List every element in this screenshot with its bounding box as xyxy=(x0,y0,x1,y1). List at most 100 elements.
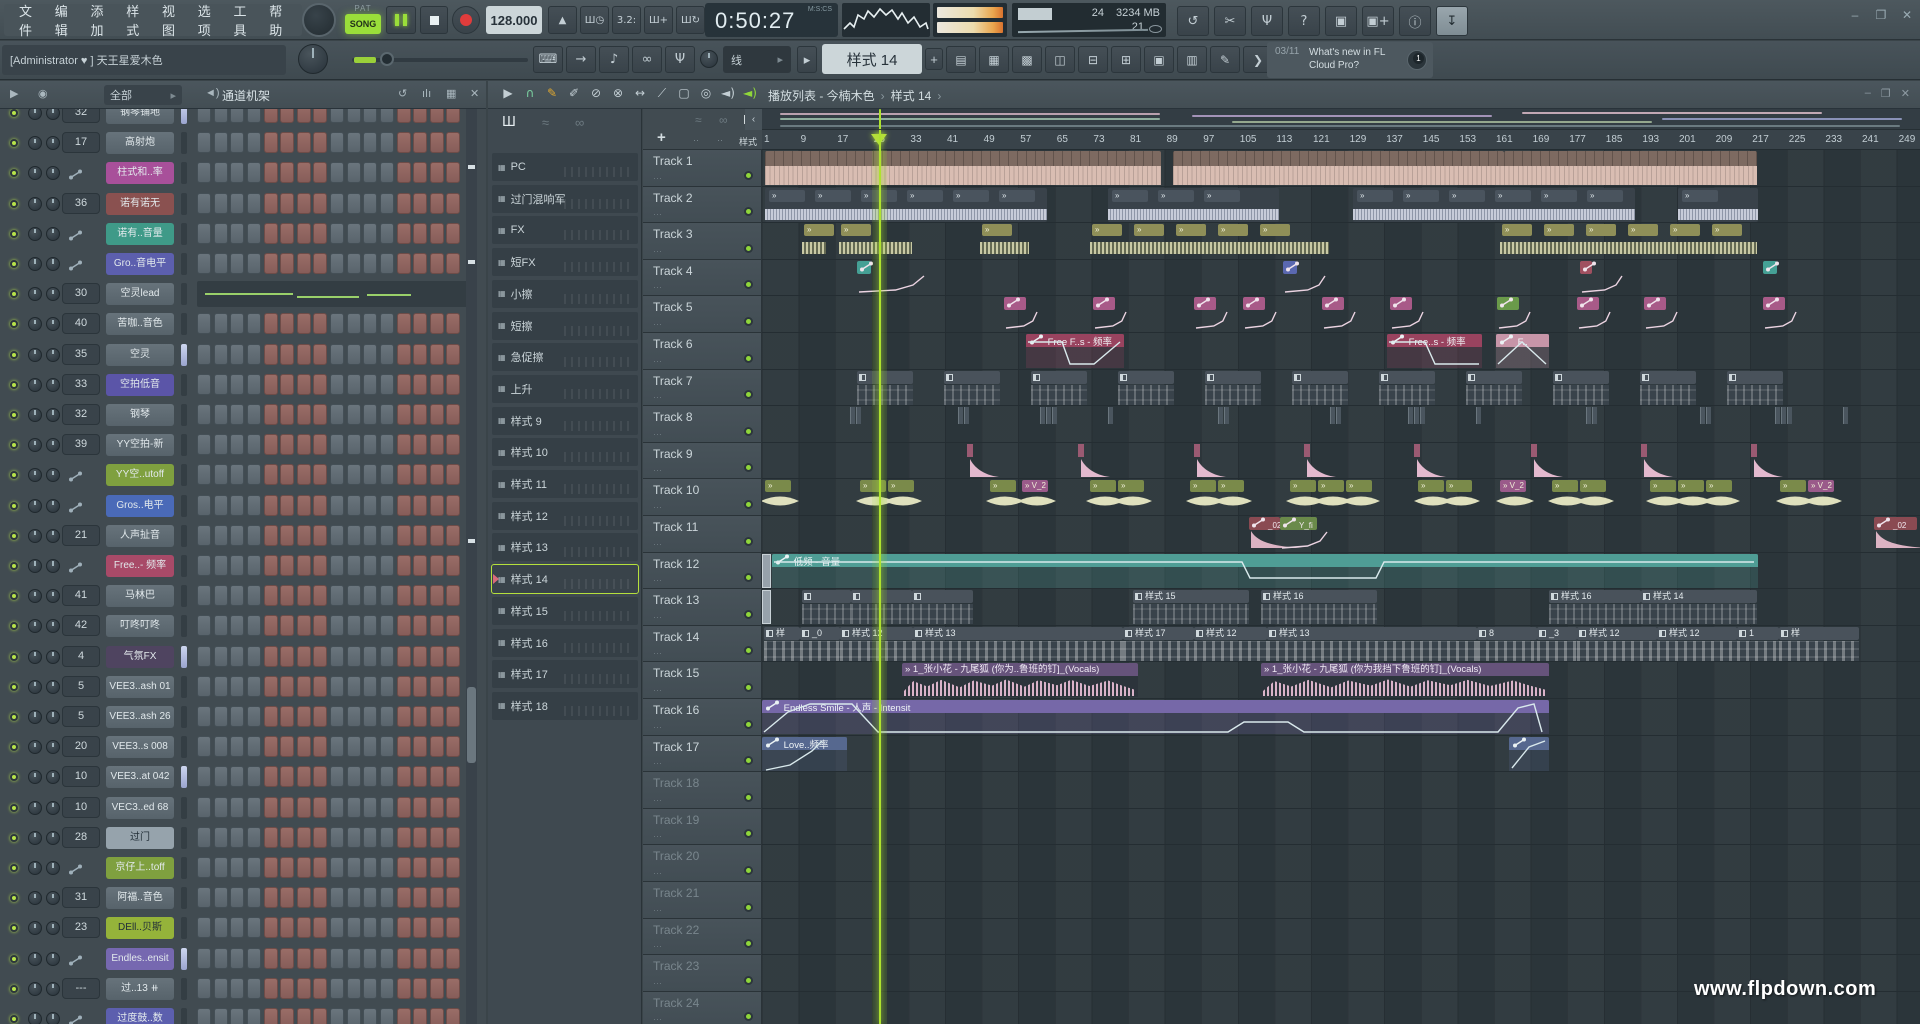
step-cell[interactable] xyxy=(397,313,411,334)
channel-volume-knob[interactable] xyxy=(46,589,60,603)
clip[interactable] xyxy=(1531,444,1567,478)
step-cell[interactable] xyxy=(230,464,244,485)
step-cell[interactable] xyxy=(230,615,244,636)
track-header-20[interactable]: Track 20··· xyxy=(643,845,762,882)
channel-name-button[interactable]: VEE3..ash 26 xyxy=(106,706,174,728)
step-cell[interactable] xyxy=(413,109,427,123)
channel-volume-knob[interactable] xyxy=(46,468,60,482)
clip[interactable]: Free F..s - 频率 xyxy=(1026,334,1124,368)
time-display[interactable]: 0:50:27 M:S:CS xyxy=(705,3,838,37)
step-cell[interactable] xyxy=(430,857,444,878)
step-cell[interactable] xyxy=(397,646,411,667)
track-enable-led[interactable] xyxy=(744,171,753,180)
channel-enable-led[interactable] xyxy=(10,200,18,208)
channel-volume-knob[interactable] xyxy=(46,136,60,150)
step-cell[interactable] xyxy=(446,162,460,183)
zoom-tool-icon[interactable]: ◎ xyxy=(696,86,716,104)
step-cell[interactable] xyxy=(330,132,344,153)
step-cell[interactable] xyxy=(214,495,228,516)
main-volume-knob[interactable] xyxy=(298,44,328,74)
channel-enable-led[interactable] xyxy=(10,260,18,268)
step-cell[interactable] xyxy=(197,676,211,697)
step-cell[interactable] xyxy=(347,344,361,365)
clip[interactable] xyxy=(802,590,851,624)
step-cell[interactable] xyxy=(397,132,411,153)
step-cell[interactable] xyxy=(330,797,344,818)
step-cell[interactable] xyxy=(413,706,427,727)
clip[interactable] xyxy=(857,261,927,295)
channel-volume-knob[interactable] xyxy=(46,257,60,271)
download-icon[interactable]: ↧ xyxy=(1436,6,1468,36)
channel-enable-led[interactable] xyxy=(10,985,18,993)
clip[interactable]: 样式 13 xyxy=(1267,627,1477,661)
channel-enable-led[interactable] xyxy=(10,471,18,479)
channel-enable-led[interactable] xyxy=(10,955,18,963)
step-cell[interactable] xyxy=(313,646,327,667)
channel-enable-led[interactable] xyxy=(10,532,18,540)
slider-track[interactable] xyxy=(352,58,528,62)
step-cell[interactable] xyxy=(380,1008,394,1024)
step-cell[interactable] xyxy=(363,615,377,636)
channel-pan-knob[interactable] xyxy=(28,378,42,392)
step-cell[interactable] xyxy=(280,585,294,606)
step-cell[interactable] xyxy=(380,615,394,636)
clip[interactable] xyxy=(1093,297,1129,331)
slip-tool-icon[interactable]: ↔ xyxy=(630,86,650,104)
step-cell[interactable] xyxy=(230,344,244,365)
step-cell[interactable] xyxy=(363,132,377,153)
menu-item-选项[interactable]: 选项 xyxy=(189,1,225,39)
step-cell[interactable] xyxy=(363,797,377,818)
step-cell[interactable] xyxy=(363,374,377,395)
step-cell[interactable] xyxy=(313,857,327,878)
step-cell[interactable] xyxy=(264,434,278,455)
step-cell[interactable] xyxy=(280,917,294,938)
step-cell[interactable] xyxy=(363,223,377,244)
pattern-selector[interactable]: 样式 14 xyxy=(822,44,922,74)
step-cell[interactable] xyxy=(280,404,294,425)
track-options[interactable]: ··· xyxy=(653,722,662,732)
clip[interactable]: »»»»»» xyxy=(1353,188,1635,222)
rack-speaker-icon[interactable]: ◄) xyxy=(205,87,220,99)
step-cell[interactable] xyxy=(197,917,211,938)
channel-volume-knob[interactable] xyxy=(46,227,60,241)
step-cell[interactable] xyxy=(430,109,444,123)
channel-name-button[interactable]: Free..- 频率 xyxy=(106,555,174,577)
step-cell[interactable] xyxy=(347,736,361,757)
channel-pan-knob[interactable] xyxy=(28,317,42,331)
channel-volume-knob[interactable] xyxy=(46,559,60,573)
track-header-5[interactable]: Track 5··· xyxy=(643,296,762,333)
step-cell[interactable] xyxy=(446,857,460,878)
step-cell[interactable] xyxy=(363,464,377,485)
clip[interactable] xyxy=(1194,444,1230,478)
channel-enable-led[interactable] xyxy=(10,230,18,238)
step-cell[interactable] xyxy=(280,464,294,485)
step-cell[interactable] xyxy=(330,706,344,727)
step-cell[interactable] xyxy=(330,1008,344,1024)
mute-tool-icon[interactable]: ⊗ xyxy=(608,86,628,104)
step-cell[interactable] xyxy=(430,948,444,969)
clip[interactable]: » xyxy=(1678,188,1758,222)
clip[interactable]: » V_2 xyxy=(1022,480,1066,514)
step-cell[interactable] xyxy=(280,374,294,395)
clip[interactable]: 样式 14 xyxy=(1641,590,1757,624)
track-header-11[interactable]: Track 11··· xyxy=(643,516,762,553)
track-options[interactable]: ··· xyxy=(653,173,662,183)
channel-pan-knob[interactable] xyxy=(28,831,42,845)
clip[interactable] xyxy=(850,407,855,424)
step-cell[interactable] xyxy=(230,525,244,546)
step-cell[interactable] xyxy=(280,797,294,818)
pattern-item-短FX[interactable]: ▦短FX xyxy=(492,248,638,276)
pattern-item-样式 16[interactable]: ▦样式 16 xyxy=(492,629,638,657)
pattern-item-样式 11[interactable]: ▦样式 11 xyxy=(492,470,638,498)
delete-tool-icon[interactable]: ⊘ xyxy=(586,86,606,104)
step-cell[interactable] xyxy=(413,404,427,425)
track-options[interactable]: ··· xyxy=(653,246,662,256)
channel-pan-knob[interactable] xyxy=(28,740,42,754)
picker-patterns-tab[interactable]: Ш xyxy=(502,115,516,130)
step-cell[interactable] xyxy=(280,223,294,244)
step-cell[interactable] xyxy=(313,344,327,365)
step-cell[interactable] xyxy=(197,857,211,878)
step-cell[interactable] xyxy=(264,797,278,818)
touch-controller-icon[interactable]: ▥ xyxy=(1177,46,1207,73)
step-cell[interactable] xyxy=(363,313,377,334)
